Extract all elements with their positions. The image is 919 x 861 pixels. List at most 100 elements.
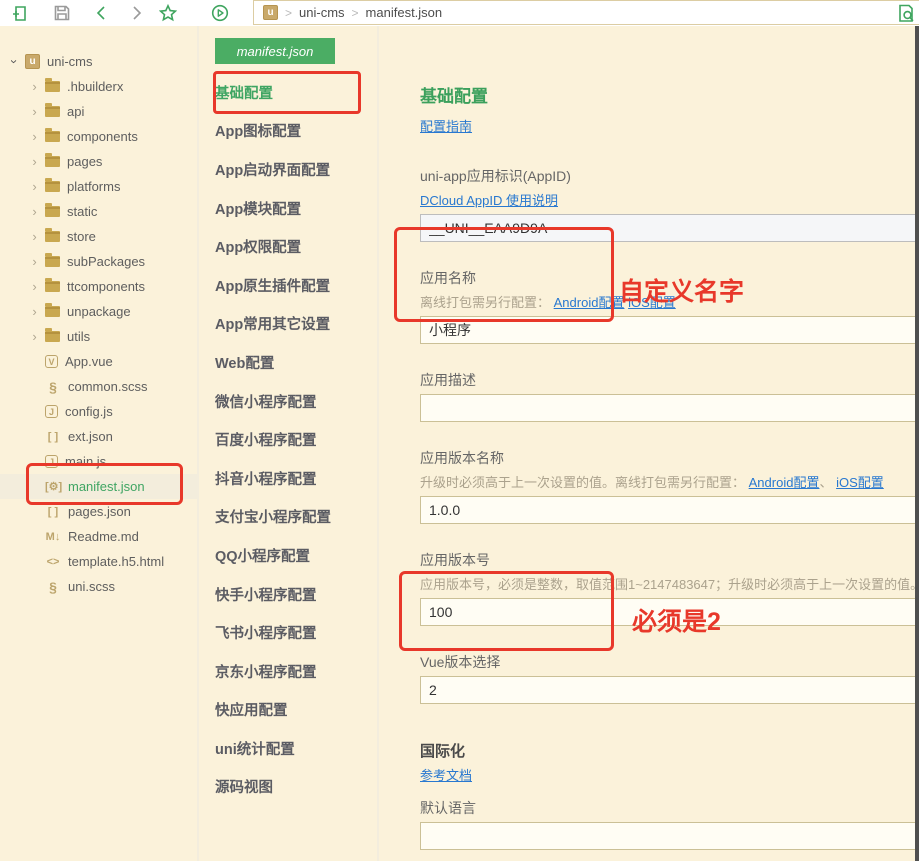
version-code-input[interactable] <box>420 598 919 626</box>
breadcrumb-project[interactable]: uni-cms <box>299 5 345 20</box>
tree-item-uni-cms[interactable]: › u uni-cms <box>0 49 197 74</box>
default-language-group: 默认语言 <box>420 798 919 850</box>
tree-item-file[interactable]: V App.vue <box>0 349 197 374</box>
version-name-input[interactable] <box>420 496 919 524</box>
tree-item-file[interactable]: [ ] pages.json <box>0 499 197 524</box>
chevron-right-icon[interactable]: › <box>28 254 41 269</box>
tree-item-manifest-selected[interactable]: [⚙] manifest.json <box>0 474 197 499</box>
favorite-star-icon[interactable] <box>158 3 178 23</box>
tree-item-folder[interactable]: › pages <box>0 149 197 174</box>
tree-item-folder[interactable]: › static <box>0 199 197 224</box>
new-file-icon[interactable] <box>9 3 29 23</box>
chevron-right-icon[interactable]: › <box>28 329 41 344</box>
json-file-icon: [ ] <box>45 431 61 443</box>
nav-item-app-other[interactable]: App常用其它设置 <box>201 305 377 344</box>
back-icon[interactable] <box>91 3 111 23</box>
app-name-group: 应用名称 离线打包需另行配置： Android配置 iOS配置 <box>420 268 919 344</box>
nav-item-app-icon[interactable]: App图标配置 <box>201 112 377 151</box>
android-config-link[interactable]: Android配置 <box>554 295 625 310</box>
folder-icon <box>45 206 60 217</box>
chevron-right-icon[interactable]: › <box>28 154 41 169</box>
chevron-right-icon[interactable]: › <box>28 279 41 294</box>
version-code-label: 应用版本号 <box>420 550 919 570</box>
chevron-right-icon[interactable]: › <box>28 129 41 144</box>
manifest-nav: manifest.json 基础配置 App图标配置 App启动界面配置 App… <box>201 26 379 861</box>
tree-item-folder[interactable]: › .hbuilderx <box>0 74 197 99</box>
chevron-right-icon[interactable]: › <box>28 104 41 119</box>
vue-version-input[interactable] <box>420 676 919 704</box>
nav-item-kuaishou-mp[interactable]: 快手小程序配置 <box>201 575 377 614</box>
i18n-doc-link[interactable]: 参考文档 <box>420 768 472 783</box>
app-name-label: 应用名称 <box>420 268 919 288</box>
tree-item-folder[interactable]: › ttcomponents <box>0 274 197 299</box>
chevron-right-icon[interactable]: › <box>28 204 41 219</box>
tree-item-folder[interactable]: › subPackages <box>0 249 197 274</box>
chevron-right-icon[interactable]: › <box>28 229 41 244</box>
chevron-expanded-icon[interactable]: › <box>7 55 22 68</box>
chevron-right-icon[interactable]: › <box>28 179 41 194</box>
chevron-right-icon[interactable]: › <box>28 79 41 94</box>
tree-item-file[interactable]: M↓ Readme.md <box>0 524 197 549</box>
tree-item-folder[interactable]: › components <box>0 124 197 149</box>
tree-item-folder[interactable]: › store <box>0 224 197 249</box>
nav-item-qq-mp[interactable]: QQ小程序配置 <box>201 536 377 575</box>
file-search-icon[interactable] <box>896 3 916 23</box>
tree-item-file[interactable]: § common.scss <box>0 374 197 399</box>
android-config-link[interactable]: Android配置 <box>749 475 820 490</box>
vue-version-label: Vue版本选择 <box>420 652 919 672</box>
tree-item-folder[interactable]: › unpackage <box>0 299 197 324</box>
manifest-tab[interactable]: manifest.json <box>215 38 335 64</box>
nav-item-basic-config[interactable]: 基础配置 <box>201 73 377 112</box>
appid-doc-link[interactable]: DCloud AppID 使用说明 <box>420 193 558 208</box>
folder-icon <box>45 331 60 342</box>
default-language-input[interactable] <box>420 822 919 850</box>
nav-item-source-view[interactable]: 源码视图 <box>201 768 377 807</box>
vue-file-icon: V <box>45 355 58 368</box>
nav-item-weixin-mp[interactable]: 微信小程序配置 <box>201 382 377 421</box>
forward-icon[interactable] <box>127 3 147 23</box>
nav-item-quickapp[interactable]: 快应用配置 <box>201 691 377 730</box>
folder-icon <box>45 281 60 292</box>
nav-item-feishu-mp[interactable]: 飞书小程序配置 <box>201 613 377 652</box>
folder-icon <box>45 131 60 142</box>
i18n-title: 国际化 <box>420 740 919 761</box>
app-name-input[interactable] <box>420 316 919 344</box>
chevron-right-icon[interactable]: › <box>28 304 41 319</box>
tree-item-file[interactable]: § uni.scss <box>0 574 197 599</box>
nav-item-jingdong-mp[interactable]: 京东小程序配置 <box>201 652 377 691</box>
nav-item-app-modules[interactable]: App模块配置 <box>201 189 377 228</box>
tree-item-file[interactable]: <> template.h5.html <box>0 549 197 574</box>
tree-item-file[interactable]: J config.js <box>0 399 197 424</box>
nav-item-web-config[interactable]: Web配置 <box>201 343 377 382</box>
file-tree: › u uni-cms › .hbuilderx › api › compone… <box>0 26 199 861</box>
nav-item-app-native-plugins[interactable]: App原生插件配置 <box>201 266 377 305</box>
folder-icon <box>45 181 60 192</box>
nav-item-baidu-mp[interactable]: 百度小程序配置 <box>201 420 377 459</box>
config-guide-link[interactable]: 配置指南 <box>420 119 472 134</box>
hint-separator: 、 <box>819 475 832 490</box>
scrollbar[interactable] <box>915 26 919 861</box>
nav-item-alipay-mp[interactable]: 支付宝小程序配置 <box>201 498 377 537</box>
tree-item-folder[interactable]: › platforms <box>0 174 197 199</box>
run-icon[interactable] <box>210 3 230 23</box>
nav-item-app-splash[interactable]: App启动界面配置 <box>201 150 377 189</box>
nav-item-app-permissions[interactable]: App权限配置 <box>201 227 377 266</box>
tree-item-file[interactable]: [ ] ext.json <box>0 424 197 449</box>
breadcrumb-file[interactable]: manifest.json <box>366 5 443 20</box>
ios-config-link[interactable]: iOS配置 <box>628 295 676 310</box>
tree-item-file[interactable]: J main.js <box>0 449 197 474</box>
save-icon[interactable] <box>52 3 72 23</box>
ios-config-link[interactable]: iOS配置 <box>836 475 884 490</box>
nav-item-uni-statistics[interactable]: uni统计配置 <box>201 729 377 768</box>
scss-file-icon: § <box>45 579 61 595</box>
page-title: 基础配置 <box>420 82 919 107</box>
tree-item-folder[interactable]: › utils <box>0 324 197 349</box>
appid-input[interactable] <box>420 214 919 242</box>
app-desc-input[interactable] <box>420 394 919 422</box>
vue-version-group: Vue版本选择 <box>420 652 919 704</box>
nav-item-douyin-mp[interactable]: 抖音小程序配置 <box>201 459 377 498</box>
uni-app-logo-icon: u <box>25 54 40 69</box>
version-code-hint: 应用版本号，必须是整数，取值范围1~2147483647；升级时必须高于上一次设… <box>420 574 919 593</box>
tree-item-folder[interactable]: › api <box>0 99 197 124</box>
folder-icon <box>45 81 60 92</box>
